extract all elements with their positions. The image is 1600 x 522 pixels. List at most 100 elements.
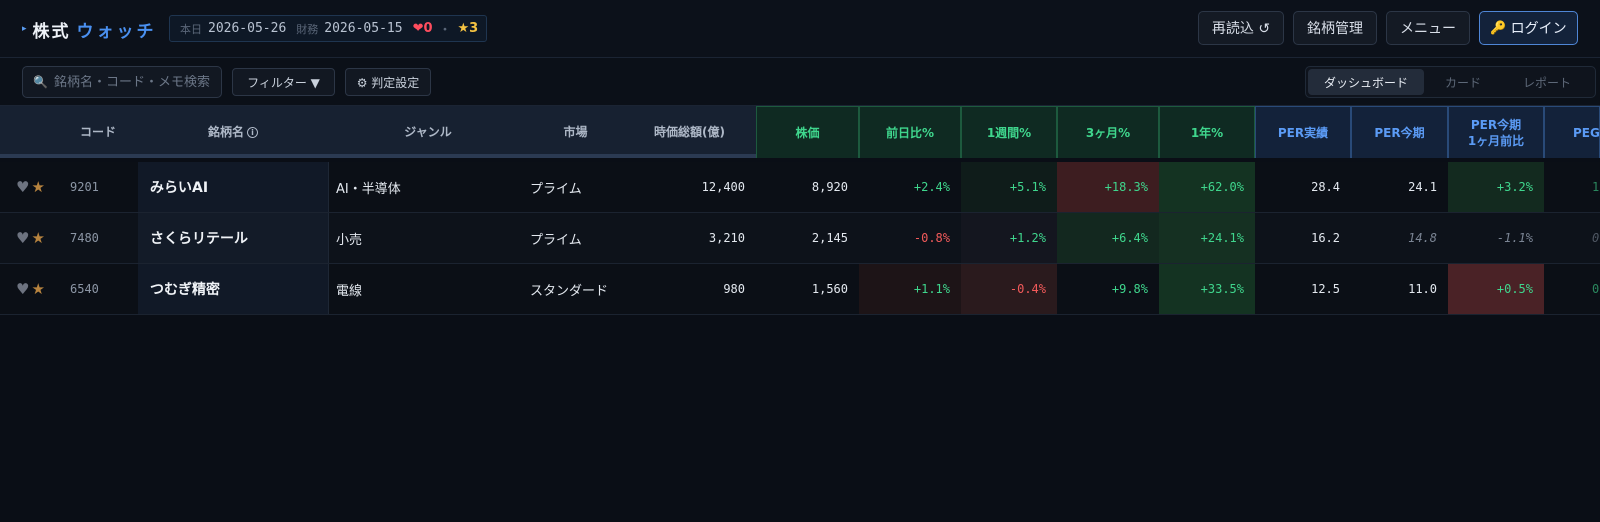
brand-triangle-icon: ▸ [22,24,27,34]
cell-market-cap: 3,210 [708,231,745,245]
cell-1year-change: +33.5% [1159,264,1255,314]
cell-market: プライム [530,181,582,197]
col-header-per-change-line2: 1ヶ月前比 [1467,133,1525,148]
cell-week-change: +1.2% [961,213,1057,263]
cell-market: スタンダード [530,283,609,299]
tab-report[interactable]: レポート [1502,69,1592,95]
financial-value: 2026-05-15 [324,21,403,36]
login-label: ログイン [1510,21,1567,37]
cell-per-actual: 16.2 [1311,231,1340,245]
table-row[interactable]: ♥ ★ 6540 つむぎ精密 電線 スタンダード 980 1,560 +1.1% … [0,264,1600,315]
cell-name[interactable]: さくらリテール [138,213,328,263]
cell-peg: 0. [1592,282,1600,296]
star-count: ★3 [457,21,479,36]
star-icon[interactable]: ★ [31,229,44,247]
manage-stocks-button[interactable]: 銘柄管理 [1293,11,1377,45]
key-icon: 🔑 [1490,20,1507,36]
col-header-per-change-line1: PER今期 [1470,117,1522,132]
cell-3month-change: +9.8% [1111,282,1148,296]
judge-settings-button[interactable]: ⚙ 判定設定 [345,68,431,96]
brand-title-part2: ウォッチ [76,21,157,42]
cell-day-change: -0.8% [913,231,950,245]
brand-title-part1: 株式 [32,21,71,42]
col-header-price[interactable]: 株価 [756,106,859,158]
cell-per-change: -1.1% [1496,231,1533,245]
star-icon[interactable]: ★ [31,280,44,298]
col-header-per-actual[interactable]: PER実績 [1255,106,1351,158]
row-actions: ♥ ★ [16,162,56,212]
tab-card[interactable]: カード [1424,69,1502,95]
cell-per-change: +0.5% [1448,264,1544,314]
filter-button[interactable]: フィルター ▼ [232,68,335,96]
star-icon[interactable]: ★ [31,178,44,196]
cell-name[interactable]: つむぎ精密 [138,264,328,314]
cell-per-actual: 12.5 [1311,282,1340,296]
cell-week-change: -0.4% [961,264,1057,314]
search-box[interactable]: 🔍 [22,66,222,98]
menu-button[interactable]: メニュー [1386,11,1470,45]
app-brand: ▸ 株式 ウォッチ [22,16,157,42]
cell-genre: 電線 [328,264,528,314]
cell-genre: AI・半導体 [328,162,528,212]
cell-code: 7480 [70,231,99,245]
heart-icon[interactable]: ♥ [16,178,29,196]
cell-market: プライム [530,232,582,248]
search-icon: 🔍 [33,75,48,89]
cell-week-change: +5.1% [961,162,1057,212]
col-header-week-change[interactable]: 1週間% [961,106,1057,158]
cell-per-current: 11.0 [1408,282,1437,296]
heart-count: ❤0 [412,21,433,36]
heart-icon[interactable]: ♥ [16,280,29,298]
table-row[interactable]: ♥ ★ 9201 みらいAI AI・半導体 プライム 12,400 8,920 +… [0,162,1600,213]
cell-peg: 1. [1592,180,1600,194]
col-header-genre[interactable]: ジャンル [328,106,528,158]
cell-peg: 0. [1592,231,1600,245]
cell-price: 1,560 [811,282,848,296]
today-label: 本日 [180,22,202,36]
col-header-peg[interactable]: PEG [1544,106,1600,158]
col-header-name-label: 銘柄名 [207,125,244,139]
col-header-3month-change[interactable]: 3ヶ月% [1057,106,1159,158]
col-header-market[interactable]: 市場 [528,106,623,158]
cell-code: 9201 [70,180,99,194]
info-icon[interactable]: i [247,126,258,138]
cell-day-change: +1.1% [859,264,961,314]
col-header-day-change[interactable]: 前日比% [859,106,961,158]
row-actions: ♥ ★ [16,213,56,263]
cell-1year-change: +24.1% [1159,213,1255,263]
heart-icon[interactable]: ♥ [16,229,29,247]
cell-code: 6540 [70,282,99,296]
count-separator: ・ [438,23,452,38]
col-header-per-current[interactable]: PER今期 [1351,106,1448,158]
login-button[interactable]: 🔑 ログイン [1479,11,1578,45]
financial-label: 財務 [296,22,319,36]
col-header-name[interactable]: 銘柄名 i [138,106,328,158]
col-header-1year-change[interactable]: 1年% [1159,106,1255,158]
cell-price: 8,920 [811,180,848,194]
table-header: コード 銘柄名 i ジャンル 市場 時価総額(億) 株価 前日比% 1週間% 3… [0,106,1600,158]
cell-3month-change: +18.3% [1057,162,1159,212]
cell-per-actual: 28.4 [1311,180,1340,194]
toolbar: 🔍 フィルター ▼ ⚙ 判定設定 ダッシュボード カード レポート [0,58,1600,106]
reload-button[interactable]: 再読込 ↺ [1198,11,1284,45]
search-input[interactable] [53,74,214,90]
today-value: 2026-05-26 [208,21,287,36]
cell-day-change: +2.4% [913,180,950,194]
cell-3month-change: +6.4% [1057,213,1159,263]
tab-dashboard[interactable]: ダッシュボード [1308,69,1424,95]
view-tabs: ダッシュボード カード レポート [1305,66,1596,98]
row-actions: ♥ ★ [16,264,56,314]
cell-name[interactable]: みらいAI [138,162,328,212]
app-header: ▸ 株式 ウォッチ 本日 2026-05-26 財務 2026-05-15 ❤0… [0,0,1600,58]
cell-market-cap: 980 [723,282,745,296]
col-header-market-cap[interactable]: 時価総額(億) [623,106,756,158]
table-row[interactable]: ♥ ★ 7480 さくらリテール 小売 プライム 3,210 2,145 -0.8… [0,213,1600,264]
date-status-box: 本日 2026-05-26 財務 2026-05-15 ❤0 ・ ★3 [169,15,487,42]
col-header-code[interactable]: コード [58,106,138,158]
cell-market-cap: 12,400 [701,180,745,194]
cell-price: 2,145 [811,231,848,245]
col-header-per-change[interactable]: PER今期 1ヶ月前比 [1448,106,1544,158]
cell-per-change: +3.2% [1448,162,1544,212]
cell-per-current: 14.8 [1408,231,1437,245]
cell-per-current: 24.1 [1408,180,1437,194]
